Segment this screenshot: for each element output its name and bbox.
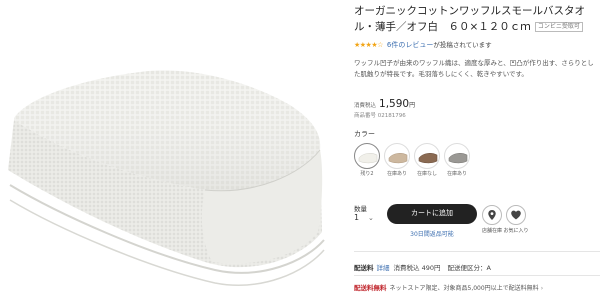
towel-swatch-icon bbox=[358, 153, 378, 164]
quantity-select[interactable]: 1 ⌄ bbox=[354, 211, 384, 225]
towel-swatch-icon bbox=[418, 153, 438, 164]
color-label: カラー bbox=[354, 130, 375, 138]
shipping-row: 配送料 詳細 消費税込 490円 配送便区分：A bbox=[354, 262, 491, 272]
price-tax-label: 消費税込 bbox=[354, 103, 377, 109]
price-value: 1,590 bbox=[379, 98, 410, 110]
free-shipping-text: ネットストア限定、対象商品5,000円以上で配送料無料 bbox=[389, 285, 539, 292]
price-row: 消費税込 1,590円 bbox=[354, 92, 415, 111]
towel-swatch-icon bbox=[448, 153, 468, 164]
shipping-label: 配送料 bbox=[354, 264, 374, 272]
product-image bbox=[0, 0, 340, 296]
product-sku: 商品番号 02181796 bbox=[354, 113, 406, 119]
free-shipping-label: 配送料無料 bbox=[354, 284, 387, 292]
rating-row: ★★★★☆ 6件のレビューが投稿されています bbox=[354, 39, 492, 51]
review-link[interactable]: 6件のレビュー bbox=[387, 41, 433, 49]
price-unit: 円 bbox=[409, 102, 416, 109]
swatch-caption: 残り2 bbox=[360, 171, 374, 177]
swatch-caption: 在庫あり bbox=[446, 171, 467, 177]
review-suffix: が投稿されています bbox=[433, 41, 492, 49]
heart-icon bbox=[511, 210, 521, 220]
swatch-caption: 在庫なし bbox=[416, 171, 437, 177]
shipping-category: 配送便区分：A bbox=[447, 264, 491, 272]
swatch-offwhite[interactable] bbox=[354, 143, 380, 169]
product-title: オーガニックコットンワッフルスモールバスタオル・薄手／オフ白 ６０×１２０ｃｍ コ… bbox=[354, 3, 598, 35]
swatch-caption: 在庫あり bbox=[386, 171, 407, 177]
return-policy-link[interactable]: 30日間返品可能 bbox=[394, 229, 470, 238]
product-description: ワッフル凹子が由来のワッフル織は、適度な厚みと、凹凸が作り出す、さらりとした肌触… bbox=[354, 59, 594, 78]
rating-stars-icon: ★★★★☆ bbox=[354, 41, 383, 49]
quantity-value: 1 bbox=[354, 213, 360, 222]
swatch-brown[interactable] bbox=[414, 143, 440, 169]
favorite-label: お気に入り bbox=[503, 228, 529, 234]
product-info: オーガニックコットンワッフルスモールバスタオル・薄手／オフ白 ６０×１２０ｃｍ コ… bbox=[354, 0, 600, 296]
towel-illustration bbox=[8, 70, 325, 286]
divider bbox=[354, 275, 600, 276]
shipping-fee: 消費税込 490円 bbox=[393, 264, 441, 272]
add-to-cart-button[interactable]: カートに追加 bbox=[387, 204, 477, 224]
chevron-right-icon: › bbox=[540, 285, 544, 292]
color-swatches: 残り2 在庫あり 在庫なし 在庫あり bbox=[354, 143, 600, 187]
divider bbox=[354, 251, 600, 252]
free-shipping-row[interactable]: 配送料無料 ネットストア限定、対象商品5,000円以上で配送料無料 › bbox=[354, 282, 543, 292]
swatch-gray[interactable] bbox=[444, 143, 470, 169]
location-pin-icon bbox=[488, 210, 496, 220]
swatch-beige[interactable] bbox=[384, 143, 410, 169]
favorite-button[interactable] bbox=[506, 205, 526, 225]
convenience-store-badge: コンビニ受取可 bbox=[534, 22, 583, 32]
chevron-down-icon: ⌄ bbox=[368, 214, 374, 222]
towel-swatch-icon bbox=[388, 153, 408, 164]
store-stock-button[interactable] bbox=[482, 205, 502, 225]
shipping-detail-link[interactable]: 詳細 bbox=[377, 264, 390, 272]
